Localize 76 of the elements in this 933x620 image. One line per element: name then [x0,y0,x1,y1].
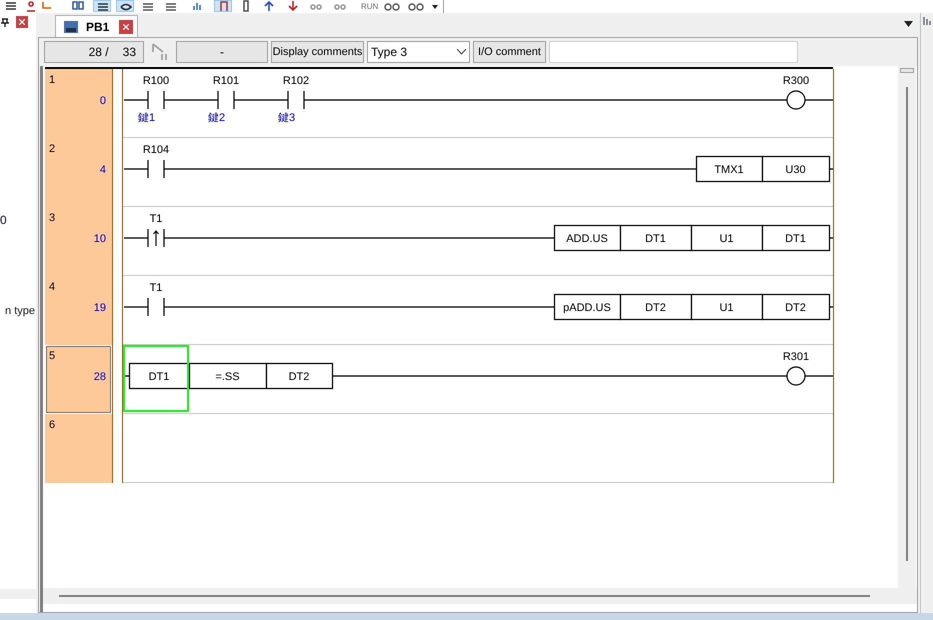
contact-symbol[interactable] [287,90,305,110]
device-label: R102 [282,75,310,87]
panel-text: 0 [0,213,7,227]
step-number: 4 [100,164,106,176]
rung-number: 6 [49,419,56,431]
cursor-frame [123,345,189,412]
contact-symbol[interactable] [147,297,165,317]
rung-number-cell[interactable] [45,276,112,345]
windows-icon[interactable] [72,0,86,12]
coil-symbol[interactable] [786,366,806,386]
vertical-scrollbar[interactable] [898,66,916,588]
contact-symbol[interactable] [147,159,165,179]
instruction-cell[interactable]: ADD.US [554,224,622,252]
mode-field: - [176,41,268,63]
device-label: T1 [150,213,162,225]
scroll-thumb[interactable] [900,68,914,73]
coil-symbol[interactable] [786,90,806,110]
rung-number-cell[interactable] [45,414,112,483]
contact-symbol[interactable] [147,90,165,110]
step-total: 33 [122,44,136,61]
operand-cell[interactable]: DT2 [266,362,334,390]
rung-number: 3 [49,212,56,224]
eye-icon[interactable] [116,0,134,12]
program-icon [63,20,79,34]
device-comment: 鍵1 [138,112,156,124]
device-label: R300 [782,75,810,87]
instruction-cell[interactable]: TMX1 [696,156,764,182]
operand-cell[interactable]: DT2 [762,294,830,320]
close-icon[interactable] [19,19,25,25]
list-icon[interactable] [93,0,111,12]
step-number: 28 [94,371,106,383]
operand-cell[interactable]: DT2 [620,294,692,320]
device-label: R100 [142,75,170,87]
operand-cell[interactable]: DT1 [762,224,830,252]
pin-icon[interactable] [1,18,9,27]
rung-number: 4 [49,281,56,293]
operand-cell[interactable]: =.SS [188,362,268,390]
contact-symbol[interactable] [217,90,235,110]
horizontal-scrollbar[interactable] [43,588,917,604]
chevron-down-icon [457,49,466,55]
operand-cell[interactable]: U30 [762,156,830,182]
device-label: T1 [150,282,162,294]
panel-icon[interactable] [923,16,931,26]
rung-number: 5 [49,350,56,362]
rung-number-cell[interactable] [46,346,111,413]
dropdown-caret-icon[interactable] [432,5,438,9]
device-label: R101 [212,75,240,87]
tab-label: PB1 [86,18,110,36]
display-comments-label: Display comments [271,41,364,63]
instruction-cell[interactable]: pADD.US [554,294,622,320]
rising-edge-contact[interactable] [147,228,165,248]
step-number: 0 [100,95,106,107]
step-position: 28 / [88,44,109,61]
step-number: 10 [94,233,106,245]
list-icon[interactable] [5,0,19,12]
run-button[interactable]: RUN [361,2,378,11]
comment-type-select[interactable]: Type 3 [367,41,470,63]
step-number: 19 [94,302,106,314]
io-comment-field[interactable] [549,41,798,63]
document-tab[interactable]: PB1 [55,15,138,37]
device-label: R104 [142,144,170,156]
rung-number: 2 [49,143,56,155]
dropdown-caret-icon[interactable] [904,21,913,27]
operand-cell[interactable]: U1 [690,294,764,320]
panel-text: n type [5,304,35,318]
close-icon[interactable] [123,24,129,30]
device-comment: 鍵2 [208,112,226,124]
tab-close-button[interactable] [119,20,133,34]
device-icon[interactable] [214,0,232,12]
rung-number: 1 [49,74,56,86]
io-comment-label: I/O comment [473,41,546,63]
operand-cell[interactable]: DT1 [620,224,692,252]
rung-number-cell[interactable] [45,69,112,138]
device-comment: 鍵3 [278,112,296,124]
device-label: R301 [782,351,810,363]
operand-cell[interactable]: U1 [690,224,764,252]
